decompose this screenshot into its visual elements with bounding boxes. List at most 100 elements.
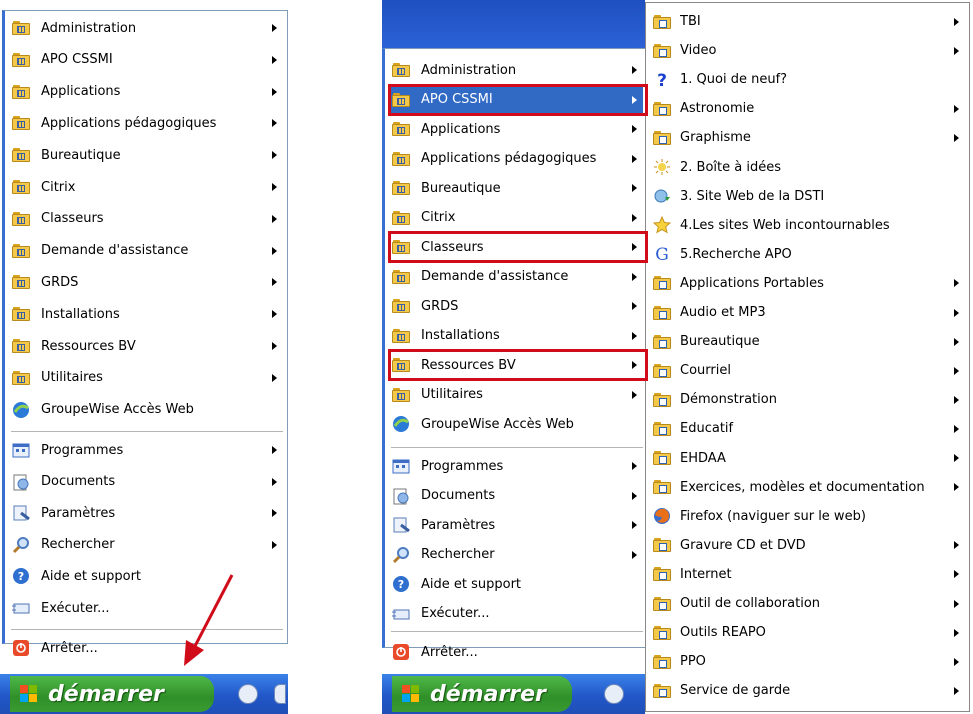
menu-item-programmes[interactable]: Programmes (391, 453, 643, 479)
menu-item-classeurs[interactable]: Classeurs (11, 206, 283, 232)
menu-item-aide-et-support[interactable]: ? Aide et support (391, 571, 643, 597)
menu-item-label: Installations (41, 306, 120, 322)
menu-item-documents[interactable]: Documents (391, 483, 643, 509)
menu-item-demande-d-assistance[interactable]: Demande d'assistance (391, 264, 643, 290)
menu-item-apo-cssmi[interactable]: APO CSSMI (11, 47, 283, 73)
menu-item-citrix[interactable]: Citrix (11, 174, 283, 200)
menu-item-5-recherche-apo[interactable]: G 5.Recherche APO (652, 241, 965, 268)
menu-item-arreter[interactable]: Arrêter... (11, 635, 283, 661)
menu-item-ppo[interactable]: PPO (652, 648, 965, 675)
menu-item-executer[interactable]: Exécuter... (11, 595, 283, 621)
menu-item-outil-de-collaboration[interactable]: Outil de collaboration (652, 590, 965, 617)
browser-icon (11, 401, 31, 419)
menu-item-2-boite-a-idees[interactable]: 2. Boîte à idées (652, 154, 965, 181)
menu-item-firefox-naviguer-sur-le-web[interactable]: Firefox (naviguer sur le web) (652, 503, 965, 530)
menu-item-installations[interactable]: Installations (11, 301, 283, 327)
program-group-icon (391, 91, 411, 109)
menu-item-service-de-garde[interactable]: Service de garde (652, 677, 965, 704)
settings-icon (11, 504, 31, 522)
start-button-mid[interactable]: démarrer (392, 676, 572, 712)
menu-item-ressources-bv[interactable]: Ressources BV (391, 352, 643, 378)
menu-item-label: 4.Les sites Web incontournables (680, 217, 890, 233)
menu-item-utilitaires[interactable]: Utilitaires (391, 382, 643, 408)
menu-item-groupewise-acces-web[interactable]: GroupeWise Accès Web (391, 411, 643, 437)
menu-separator (11, 629, 283, 630)
shutdown-icon (391, 643, 411, 661)
browser-icon (391, 415, 411, 433)
menu-item-tbi[interactable]: TBI (652, 8, 965, 35)
menu-item-gravure-cd-et-dvd[interactable]: Gravure CD et DVD (652, 532, 965, 559)
submenu-arrow-icon (954, 454, 959, 462)
folder-icon (652, 304, 672, 322)
menu-item-1-quoi-de-neuf[interactable]: ? 1. Quoi de neuf? (652, 66, 965, 93)
folder-icon (652, 449, 672, 467)
menu-item-parametres[interactable]: Paramètres (11, 500, 283, 526)
menu-item-installations[interactable]: Installations (391, 323, 643, 349)
menu-item-graphisme[interactable]: Graphisme (652, 124, 965, 151)
menu-item-bureautique[interactable]: Bureautique (11, 142, 283, 168)
menu-item-courriel[interactable]: Courriel (652, 357, 965, 384)
menu-item-label: Ressources BV (41, 338, 136, 354)
menu-item-astronomie[interactable]: Astronomie (652, 95, 965, 122)
menu-item-utilitaires[interactable]: Utilitaires (11, 365, 283, 391)
menu-item-documents[interactable]: Documents (11, 469, 283, 495)
menu-item-rechercher[interactable]: Rechercher (11, 532, 283, 558)
menu-item-bureautique[interactable]: Bureautique (652, 328, 965, 355)
menu-item-4-les-sites-web-incontournables[interactable]: 4.Les sites Web incontournables (652, 212, 965, 239)
quick-launch-icon[interactable] (604, 684, 624, 704)
menu-item-educatif[interactable]: Educatif (652, 415, 965, 442)
program-group-icon (391, 61, 411, 79)
menu-item-grds[interactable]: GRDS (391, 293, 643, 319)
menu-item-ehdaa[interactable]: EHDAA (652, 445, 965, 472)
quick-launch-icon[interactable] (238, 684, 258, 704)
menu-item-internet[interactable]: Internet (652, 561, 965, 588)
menu-item-programmes[interactable]: Programmes (11, 437, 283, 463)
menu-item-classeurs[interactable]: Classeurs (391, 234, 643, 260)
menu-item-grds[interactable]: GRDS (11, 269, 283, 295)
folder-icon (652, 333, 672, 351)
menu-item-video[interactable]: Video (652, 37, 965, 64)
menu-item-outils-reapo[interactable]: Outils REAPO (652, 619, 965, 646)
menu-item-bureautique[interactable]: Bureautique (391, 175, 643, 201)
menu-item-label: Aide et support (421, 576, 522, 592)
menu-item-arreter[interactable]: Arrêter... (391, 639, 643, 665)
menu-item-citrix[interactable]: Citrix (391, 205, 643, 231)
shutdown-icon (11, 639, 31, 657)
start-button[interactable]: démarrer (10, 676, 214, 712)
menu-item-applications-portables[interactable]: Applications Portables (652, 270, 965, 297)
menu-item-rechercher[interactable]: Rechercher (391, 542, 643, 568)
documents-icon (11, 473, 31, 491)
submenu-arrow-icon (954, 46, 959, 55)
program-group-icon (11, 369, 31, 387)
menu-item-ressources-bv[interactable]: Ressources BV (11, 333, 283, 359)
idea-icon (652, 158, 672, 176)
menu-item-parametres[interactable]: Paramètres (391, 512, 643, 538)
submenu-arrow-icon (954, 337, 959, 346)
menu-item-exercices-modeles-et-documentation[interactable]: Exercices, modèles et documentation (652, 474, 965, 501)
menu-item-label: Firefox (naviguer sur le web) (680, 508, 866, 524)
menu-item-audio-et-mp3[interactable]: Audio et MP3 (652, 299, 965, 326)
menu-item-applications[interactable]: Applications (11, 79, 283, 105)
folder-icon (652, 624, 672, 642)
programs-icon (11, 441, 31, 459)
menu-item-applications-pedagogiques[interactable]: Applications pédagogiques (11, 110, 283, 136)
menu-item-administration[interactable]: Administration (11, 15, 283, 41)
menu-item-demonstration[interactable]: Démonstration (652, 386, 965, 413)
submenu-arrow-icon (632, 213, 637, 222)
program-group-icon (11, 83, 31, 101)
menu-item-administration[interactable]: Administration (391, 57, 643, 83)
search-icon (391, 546, 411, 564)
menu-item-executer[interactable]: Exécuter... (391, 601, 643, 627)
menu-item-applications[interactable]: Applications (391, 116, 643, 142)
menu-item-3-site-web-de-la-dsti[interactable]: 3. Site Web de la DSTI (652, 183, 965, 210)
menu-item-applications-pedagogiques[interactable]: Applications pédagogiques (391, 146, 643, 172)
svg-text:G: G (655, 245, 669, 263)
menu-item-apo-cssmi[interactable]: APO CSSMI (391, 86, 643, 113)
firefox-icon (652, 507, 672, 525)
menu-item-demande-d-assistance[interactable]: Demande d'assistance (11, 238, 283, 264)
menu-item-label: 5.Recherche APO (680, 246, 792, 262)
submenu-arrow-icon (954, 599, 959, 608)
menu-item-aide-et-support[interactable]: ? Aide et support (11, 563, 283, 589)
menu-item-groupewise-acces-web[interactable]: GroupeWise Accès Web (11, 397, 283, 423)
quick-launch-icon-partial[interactable] (274, 684, 286, 704)
